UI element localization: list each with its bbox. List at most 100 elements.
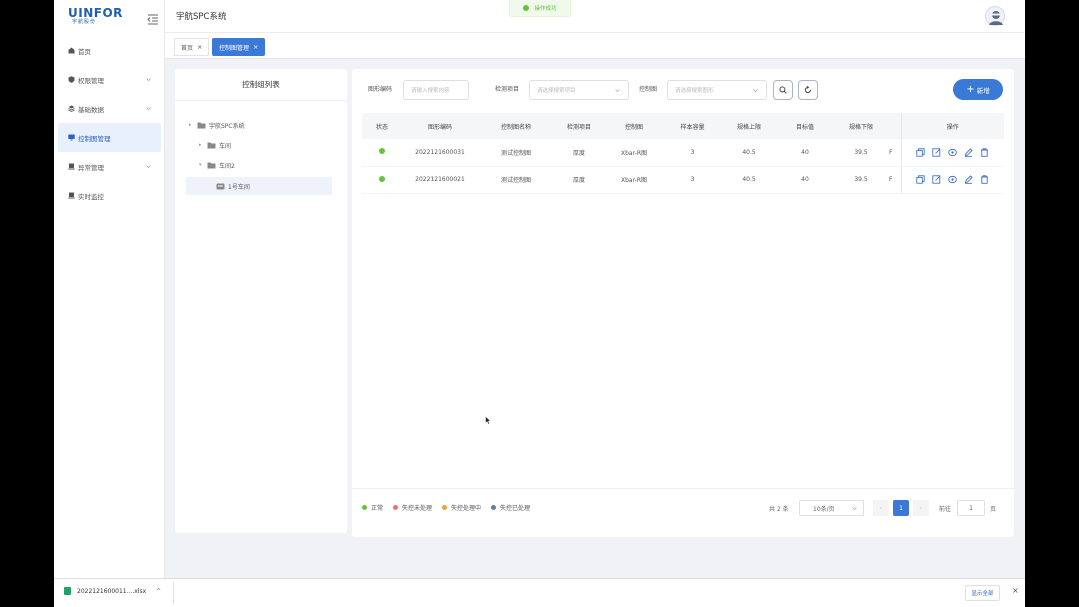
table-header: 状态 图形编码 控制图名称 检测项目 控制图 样本容量 规格上限 目标值 规格下… <box>362 113 1004 139</box>
table-row[interactable]: 2022121600031 测试控制图 厚度 Xbar-R图 3 40.5 40… <box>362 139 1004 167</box>
pencil-icon[interactable] <box>964 175 973 184</box>
caret-icon[interactable]: ▸ <box>199 142 207 148</box>
check-circle-icon <box>523 5 530 11</box>
usl-cell: 40.5 <box>721 166 777 194</box>
control-group-panel: 控制组列表 ▸ 宇航SPC系统 ▸ 车间 ▾ 车间2 1号车间 <box>175 69 347 533</box>
chevron-down-icon <box>852 507 857 510</box>
next-page-button[interactable]: › <box>913 500 929 516</box>
goto-page-input[interactable]: 1 <box>957 500 985 516</box>
current-page-button[interactable]: 1 <box>893 500 909 516</box>
refresh-icon <box>804 86 811 94</box>
toast-text: 操作成功 <box>534 6 557 12</box>
placeholder-text: 请输入搜索内容 <box>411 88 450 94</box>
caret-icon[interactable]: ▸ <box>189 122 197 128</box>
actions-cell <box>900 166 1004 194</box>
column-header: 操作 <box>900 113 1004 139</box>
chevron-down-icon <box>146 163 151 168</box>
page-unit-label: 页 <box>990 506 997 513</box>
sidebar-item-exceptions[interactable]: 异常管理 <box>54 152 165 181</box>
column-header: 控制图名称 <box>478 113 554 139</box>
layers-icon <box>68 105 75 112</box>
divider <box>173 582 174 604</box>
tree-node-workshop-1[interactable]: 1号车间 <box>186 177 332 195</box>
add-button[interactable]: + 新增 <box>953 79 1003 100</box>
sidebar-item-basic-data[interactable]: 基础数据 <box>54 94 165 123</box>
download-item[interactable]: 2022121600011....xlsx ^ <box>64 587 161 595</box>
placeholder-text: 请选择搜索项目 <box>537 88 576 94</box>
truncated-cell: F <box>889 166 901 194</box>
chevron-down-icon <box>753 88 758 93</box>
prev-page-button[interactable]: ‹ <box>873 500 889 516</box>
folder-icon <box>197 122 206 129</box>
sidebar-item-realtime-monitor[interactable]: 实时监控 <box>54 181 165 210</box>
item-select[interactable]: 请选择搜索项目 <box>529 80 629 100</box>
download-bar: 2022121600011....xlsx ^ 显示全部 × <box>54 578 1025 607</box>
system-title: 宇航SPC系统 <box>176 12 227 22</box>
tree-node-workshop-2[interactable]: ▾ 车间2 <box>199 156 235 174</box>
status-legend: 正常 失控未处理 失控处理中 失控已处理 <box>362 503 530 512</box>
target-cell: 40 <box>777 166 833 194</box>
code-filter-label: 图形编码 <box>368 86 393 93</box>
search-button[interactable] <box>773 80 793 100</box>
chart-name-cell: 测试控制图 <box>478 166 554 194</box>
chevron-up-icon[interactable]: ^ <box>156 588 161 595</box>
sidebar-item-home[interactable]: 首页 <box>54 36 165 65</box>
legend-label: 失控已处理 <box>500 505 531 512</box>
plus-icon: + <box>966 83 975 95</box>
column-header: 样本容量 <box>664 113 721 139</box>
view-icon[interactable] <box>948 175 957 184</box>
pencil-icon[interactable] <box>964 148 973 157</box>
user-avatar[interactable] <box>985 6 1005 26</box>
logo-text: UINFOR <box>68 6 123 20</box>
camera-icon <box>68 192 75 199</box>
copy-icon[interactable] <box>916 148 925 157</box>
sidebar-item-label: 控制图管理 <box>78 134 111 143</box>
page-size-select[interactable]: 10条/页 <box>799 500 864 516</box>
view-icon[interactable] <box>948 148 957 157</box>
shield-icon <box>68 76 75 83</box>
delete-icon[interactable] <box>980 148 989 157</box>
close-icon[interactable]: × <box>197 43 202 51</box>
chevron-down-icon <box>146 76 151 81</box>
status-dot <box>379 148 385 155</box>
tree-node-label: 宇航SPC系统 <box>209 122 245 130</box>
sidebar-menu: 首页 权限管理 基础数据 控制图管理 异常管理 实时监控 <box>54 36 165 210</box>
legend-item: 失控已处理 <box>491 503 530 512</box>
tab-control-chart[interactable]: 控制图管理 × <box>212 38 266 56</box>
tree-node-root[interactable]: ▸ 宇航SPC系统 <box>189 116 245 134</box>
target-cell: 40 <box>777 139 833 167</box>
caret-icon[interactable]: ▾ <box>199 162 207 168</box>
home-icon <box>68 47 75 54</box>
tree-node-workshop[interactable]: ▸ 车间 <box>199 136 231 154</box>
close-icon[interactable]: × <box>253 43 258 51</box>
sidebar-item-permissions[interactable]: 权限管理 <box>54 65 165 94</box>
copy-icon[interactable] <box>916 175 925 184</box>
menu-collapse-icon[interactable] <box>147 10 159 25</box>
sidebar-item-control-chart[interactable]: 控制图管理 <box>58 123 161 152</box>
pagination-total: 共 2 条 <box>769 506 789 513</box>
code-search-input[interactable]: 请输入搜索内容 <box>403 80 469 100</box>
legend-label: 正常 <box>371 505 384 512</box>
reset-button[interactable] <box>798 80 818 100</box>
usl-cell: 40.5 <box>721 139 777 167</box>
tab-home[interactable]: 首页 × <box>174 38 210 56</box>
show-all-button[interactable]: 显示全部 <box>965 585 1000 601</box>
lsl-cell: 39.5 <box>833 166 889 194</box>
monitor-icon <box>68 134 75 141</box>
item-cell: 厚度 <box>554 166 604 194</box>
edit-form-icon[interactable] <box>932 175 941 184</box>
close-icon[interactable]: × <box>1012 586 1019 595</box>
sidebar-item-label: 权限管理 <box>78 76 104 85</box>
control-chart-table: 状态 图形编码 控制图名称 检测项目 控制图 样本容量 规格上限 目标值 规格下… <box>362 113 1004 194</box>
item-cell: 厚度 <box>554 139 604 167</box>
download-filename: 2022121600011....xlsx <box>77 587 147 595</box>
tree-node-label: 车间 <box>219 142 232 150</box>
chevron-down-icon <box>146 105 151 110</box>
delete-icon[interactable] <box>980 175 989 184</box>
table-row[interactable]: 2022121600021 测试控制图 厚度 Xbar-R图 3 40.5 40… <box>362 166 1004 194</box>
sidebar-item-label: 首页 <box>78 47 91 56</box>
placeholder-text: 请选择搜索图形 <box>675 88 714 94</box>
chart-select[interactable]: 请选择搜索图形 <box>667 80 767 100</box>
edit-form-icon[interactable] <box>932 148 941 157</box>
status-cell <box>362 166 402 194</box>
